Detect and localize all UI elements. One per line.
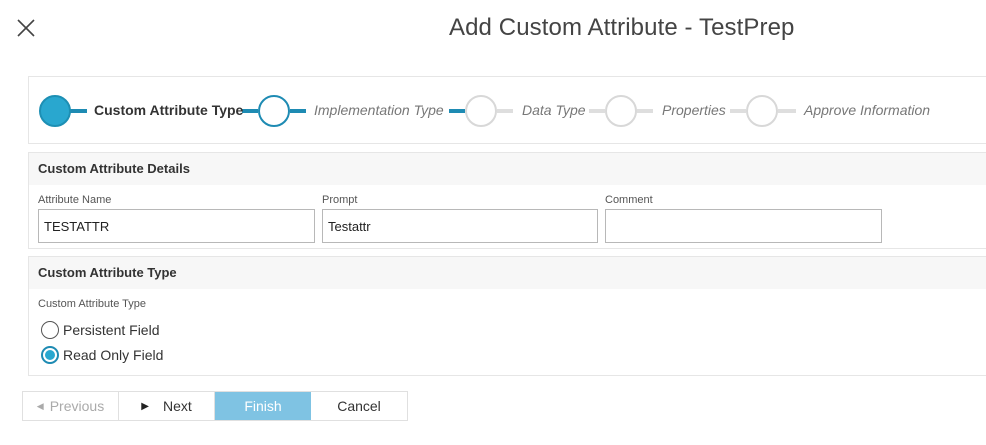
step-label: Data Type (522, 102, 586, 118)
dialog-title: Add Custom Attribute - TestPrep (449, 14, 795, 41)
step-connector (69, 109, 87, 113)
wizard-step-implementation-type[interactable] (258, 77, 290, 145)
wizard-stepper: Custom Attribute Type Implementation Typ… (28, 76, 986, 144)
step-connector (730, 109, 746, 113)
radio-checked-icon[interactable] (41, 346, 59, 364)
step-connector (589, 109, 605, 113)
cancel-label: Cancel (337, 398, 381, 414)
next-button[interactable]: ▶ Next (119, 392, 215, 420)
prompt-input[interactable] (322, 209, 598, 243)
wizard-button-group: ◀ Previous ▶ Next Finish Cancel (22, 391, 408, 421)
next-label: Next (162, 398, 192, 414)
step-circle (605, 95, 637, 127)
prompt-label: Prompt (322, 194, 358, 206)
radio-label: Read Only Field (63, 347, 164, 363)
radio-label: Persistent Field (63, 322, 160, 338)
step-label: Custom Attribute Type (94, 102, 244, 118)
previous-label: Previous (49, 398, 105, 414)
step-circle (39, 95, 71, 127)
step-circle (258, 95, 290, 127)
step-circle (465, 95, 497, 127)
custom-attribute-type-section: Custom Attribute Type Custom Attribute T… (28, 256, 986, 376)
wizard-step-data-type[interactable] (465, 77, 497, 145)
step-connector (449, 109, 465, 113)
finish-label: Finish (244, 398, 282, 414)
step-connector (497, 109, 513, 113)
wizard-step-custom-attribute-type[interactable] (39, 77, 71, 145)
attribute-name-label: Attribute Name (38, 194, 112, 206)
triangle-left-icon: ◀ (36, 400, 44, 411)
cancel-button[interactable]: Cancel (311, 392, 407, 420)
comment-label: Comment (605, 194, 653, 206)
wizard-step-properties[interactable] (605, 77, 637, 145)
previous-button[interactable]: ◀ Previous (23, 392, 119, 420)
comment-input[interactable] (605, 209, 882, 243)
section-header: Custom Attribute Details (29, 153, 986, 185)
step-connector (290, 109, 306, 113)
step-connector (637, 109, 653, 113)
custom-attribute-details-section: Custom Attribute Details Attribute Name … (28, 152, 986, 249)
step-circle (746, 95, 778, 127)
step-label: Implementation Type (314, 102, 444, 118)
radio-unchecked-icon[interactable] (41, 321, 59, 339)
custom-attribute-type-label: Custom Attribute Type (38, 298, 147, 310)
step-connector (242, 109, 258, 113)
close-icon (17, 19, 35, 37)
persistent-field-radio[interactable]: Persistent Field (41, 321, 159, 339)
step-connector (778, 109, 796, 113)
step-label: Properties (662, 102, 726, 118)
section-header: Custom Attribute Type (29, 257, 986, 289)
close-button[interactable] (14, 16, 38, 40)
attribute-name-input[interactable] (38, 209, 315, 243)
step-label: Approve Information (804, 102, 931, 118)
read-only-field-radio[interactable]: Read Only Field (41, 346, 163, 364)
triangle-right-icon: ▶ (141, 400, 149, 412)
finish-button[interactable]: Finish (215, 392, 311, 420)
wizard-step-approve-information[interactable] (746, 77, 778, 145)
